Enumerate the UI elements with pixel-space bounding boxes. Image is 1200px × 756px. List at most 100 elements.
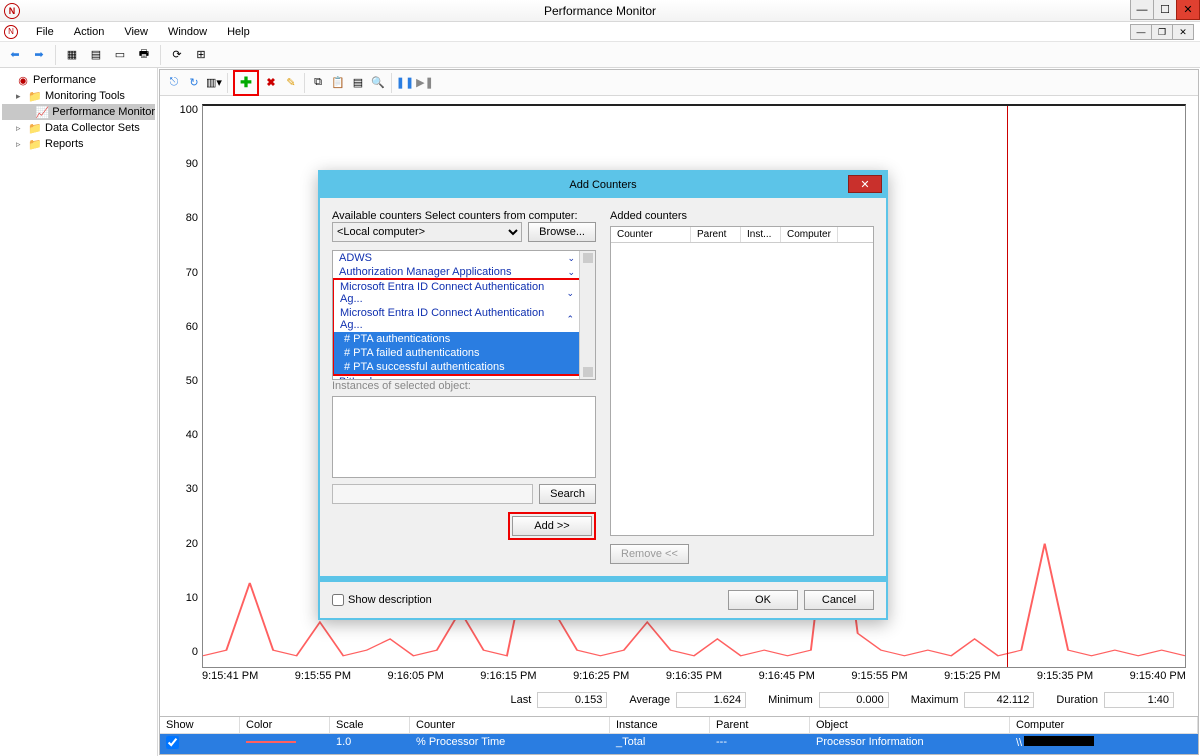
dialog-close-button[interactable]: ✕ bbox=[848, 175, 882, 193]
properties-button[interactable]: ▤ bbox=[85, 44, 107, 66]
copy-button[interactable]: ⧉ bbox=[308, 73, 328, 93]
update-button[interactable]: ▶❚ bbox=[415, 73, 435, 93]
show-description-checkbox[interactable]: Show description bbox=[332, 594, 432, 606]
tree-reports-label: Reports bbox=[45, 138, 84, 150]
tree-reports[interactable]: ▹📁Reports bbox=[2, 136, 155, 152]
stat-min-value: 0.000 bbox=[819, 692, 889, 708]
tree-root[interactable]: ◉Performance bbox=[2, 72, 155, 88]
delete-counter-button[interactable]: ✖ bbox=[261, 73, 281, 93]
legend-h-counter[interactable]: Counter bbox=[410, 717, 610, 733]
legend-row[interactable]: 1.0 % Processor Time _Total --- Processo… bbox=[160, 734, 1198, 754]
time-marker bbox=[1007, 106, 1008, 667]
show-desc-label: Show description bbox=[348, 594, 432, 606]
stat-last-value: 0.153 bbox=[537, 692, 607, 708]
menubar: N File Action View Window Help — ❐ ✕ bbox=[0, 22, 1200, 42]
available-counters-label: Available counters bbox=[332, 210, 422, 222]
legend-h-show[interactable]: Show bbox=[160, 717, 240, 733]
legend-h-computer[interactable]: Computer bbox=[1010, 717, 1198, 733]
legend-h-color[interactable]: Color bbox=[240, 717, 330, 733]
paste-button[interactable]: 📋 bbox=[328, 73, 348, 93]
stat-last-label: Last bbox=[495, 694, 532, 706]
menu-help[interactable]: Help bbox=[223, 24, 254, 40]
zoom-button[interactable]: 🔍 bbox=[368, 73, 388, 93]
view-log-button[interactable]: ↻ bbox=[184, 73, 204, 93]
doc-close-button[interactable]: ✕ bbox=[1172, 24, 1194, 40]
added-h-inst[interactable]: Inst... bbox=[741, 227, 781, 242]
search-input bbox=[332, 484, 533, 504]
chevron-up-icon: ⌃ bbox=[566, 314, 574, 325]
added-counters-list[interactable]: Counter Parent Inst... Computer bbox=[610, 226, 874, 536]
menu-file[interactable]: File bbox=[32, 24, 58, 40]
computer-select[interactable]: <Local computer> bbox=[332, 222, 522, 242]
menu-action[interactable]: Action bbox=[70, 24, 109, 40]
view-current-button[interactable]: ⎋ bbox=[164, 73, 184, 93]
legend-show-checkbox[interactable] bbox=[166, 736, 179, 749]
folder-icon: 📁 bbox=[28, 121, 42, 135]
add-counter-button[interactable]: ✚ bbox=[236, 73, 256, 93]
stat-max-value: 42.112 bbox=[964, 692, 1034, 708]
app-icon-small: N bbox=[4, 25, 18, 39]
added-h-computer[interactable]: Computer bbox=[781, 227, 838, 242]
added-h-counter[interactable]: Counter bbox=[611, 227, 691, 242]
window-title: Performance Monitor bbox=[0, 4, 1200, 18]
stat-dur-label: Duration bbox=[1040, 694, 1098, 706]
legend-h-object[interactable]: Object bbox=[810, 717, 1010, 733]
legend-h-scale[interactable]: Scale bbox=[330, 717, 410, 733]
forward-button[interactable]: ➡ bbox=[28, 44, 50, 66]
perf-root-icon: ◉ bbox=[16, 73, 30, 87]
legend-object: Processor Information bbox=[810, 734, 1010, 754]
add-button[interactable]: Add >> bbox=[512, 516, 592, 536]
add-button-highlight: Add >> bbox=[508, 512, 596, 540]
search-button[interactable]: Search bbox=[539, 484, 596, 504]
perfmon-icon: 📈 bbox=[36, 105, 50, 119]
folder-icon: 📁 bbox=[28, 137, 42, 151]
print-button[interactable]: 🖶 bbox=[133, 44, 155, 66]
stat-max-label: Maximum bbox=[895, 694, 959, 706]
refresh-button[interactable]: ⟳ bbox=[166, 44, 188, 66]
browse-button[interactable]: Browse... bbox=[528, 222, 596, 242]
menu-window[interactable]: Window bbox=[164, 24, 211, 40]
added-counters-label: Added counters bbox=[610, 210, 687, 222]
dialog-titlebar[interactable]: Add Counters ✕ bbox=[320, 172, 886, 198]
counter-authz[interactable]: Authorization Manager Applications⌄ bbox=[333, 265, 595, 279]
counter-pta-auth[interactable]: # PTA authentications bbox=[334, 332, 594, 346]
instances-list[interactable] bbox=[332, 396, 596, 478]
freeze-button[interactable]: ❚❚ bbox=[395, 73, 415, 93]
add-counter-highlight: ✚ bbox=[233, 70, 259, 96]
doc-minimize-button[interactable]: — bbox=[1130, 24, 1152, 40]
added-h-parent[interactable]: Parent bbox=[691, 227, 741, 242]
show-hide-tree-button[interactable]: ▦ bbox=[61, 44, 83, 66]
graph-type-button[interactable]: ▥▾ bbox=[204, 73, 224, 93]
add-counters-dialog: Add Counters ✕ Available counters Select… bbox=[318, 170, 888, 620]
counter-entra2[interactable]: Microsoft Entra ID Connect Authenticatio… bbox=[334, 306, 594, 332]
counter-list[interactable]: ADWS⌄ Authorization Manager Applications… bbox=[332, 250, 596, 380]
tree-monitoring-tools[interactable]: ▸📁Monitoring Tools bbox=[2, 88, 155, 104]
export-button[interactable]: ▭ bbox=[109, 44, 131, 66]
tree-performance-monitor[interactable]: 📈Performance Monitor bbox=[2, 104, 155, 120]
cancel-button[interactable]: Cancel bbox=[804, 590, 874, 610]
back-button[interactable]: ⬅ bbox=[4, 44, 26, 66]
counter-adws[interactable]: ADWS⌄ bbox=[333, 251, 595, 265]
mmc-toolbar: ⬅ ➡ ▦ ▤ ▭ 🖶 ⟳ ⊞ bbox=[0, 42, 1200, 68]
ok-button[interactable]: OK bbox=[728, 590, 798, 610]
highlight-button[interactable]: ✎ bbox=[281, 73, 301, 93]
nav-tree: ◉Performance ▸📁Monitoring Tools 📈Perform… bbox=[0, 68, 158, 756]
legend-h-parent[interactable]: Parent bbox=[710, 717, 810, 733]
counter-pta-success[interactable]: # PTA successful authentications bbox=[334, 360, 594, 374]
close-button[interactable]: ✕ bbox=[1176, 0, 1200, 20]
legend-h-instance[interactable]: Instance bbox=[610, 717, 710, 733]
counter-pta-failed[interactable]: # PTA failed authentications bbox=[334, 346, 594, 360]
counter-entra1[interactable]: Microsoft Entra ID Connect Authenticatio… bbox=[334, 280, 594, 306]
doc-restore-button[interactable]: ❐ bbox=[1151, 24, 1173, 40]
tree-data-collector-sets[interactable]: ▹📁Data Collector Sets bbox=[2, 120, 155, 136]
properties-graph-button[interactable]: ▤ bbox=[348, 73, 368, 93]
counter-bitlocker[interactable]: BitLocker⌄ bbox=[333, 375, 595, 380]
y-axis: 1009080706050403020100 bbox=[172, 104, 202, 668]
folder-icon: 📁 bbox=[28, 89, 42, 103]
minimize-button[interactable]: — bbox=[1130, 0, 1154, 20]
menu-view[interactable]: View bbox=[120, 24, 152, 40]
options-button[interactable]: ⊞ bbox=[190, 44, 212, 66]
list-scrollbar[interactable] bbox=[579, 251, 595, 379]
stat-dur-value: 1:40 bbox=[1104, 692, 1174, 708]
maximize-button[interactable]: ☐ bbox=[1153, 0, 1177, 20]
